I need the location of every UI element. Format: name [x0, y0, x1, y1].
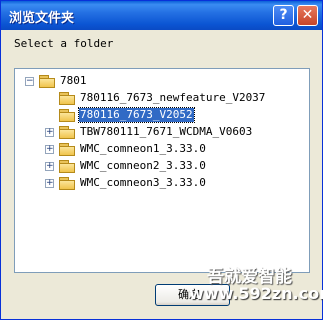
close-button[interactable]: ✕ — [297, 5, 318, 26]
expand-icon[interactable]: + — [45, 128, 54, 137]
folder-icon — [59, 126, 76, 139]
tree-node-label[interactable]: 780116_7673_newfeature_V2037 — [79, 91, 266, 105]
folder-icon — [59, 177, 76, 190]
expand-icon[interactable]: + — [45, 162, 54, 171]
folder-icon — [59, 160, 76, 173]
browse-folder-dialog: 浏览文件夹 ? ✕ Select a folder − 7801 780116_… — [0, 0, 323, 320]
tree-node-label[interactable]: 780116_7673_V2052 — [78, 107, 195, 123]
folder-open-icon — [39, 75, 56, 88]
tree-node-label[interactable]: WMC_comneon1_3.33.0 — [79, 142, 207, 156]
title-bar[interactable]: 浏览文件夹 ? ✕ — [1, 1, 322, 30]
window-title: 浏览文件夹 — [9, 11, 75, 26]
help-button[interactable]: ? — [273, 5, 294, 26]
folder-open-icon — [59, 109, 76, 122]
watermark-url: www.592zn.com — [189, 284, 323, 303]
tree-node-label[interactable]: WMC_comneon2_3.33.0 — [79, 159, 207, 173]
tree-node-label[interactable]: TBW780111_7671_WCDMA_V0603 — [79, 125, 253, 139]
expand-icon[interactable]: + — [45, 145, 54, 154]
collapse-icon[interactable]: − — [25, 77, 34, 86]
folder-tree[interactable]: − 7801 780116_7673_newfeature_V2037 7801… — [14, 68, 310, 273]
folder-icon — [59, 143, 76, 156]
folder-icon — [59, 92, 76, 105]
expand-icon[interactable]: + — [45, 179, 54, 188]
tree-node-label[interactable]: WMC_comneon3_3.33.0 — [79, 176, 207, 190]
select-folder-prompt: Select a folder — [14, 37, 114, 50]
tree-node-label[interactable]: 7801 — [59, 74, 88, 88]
